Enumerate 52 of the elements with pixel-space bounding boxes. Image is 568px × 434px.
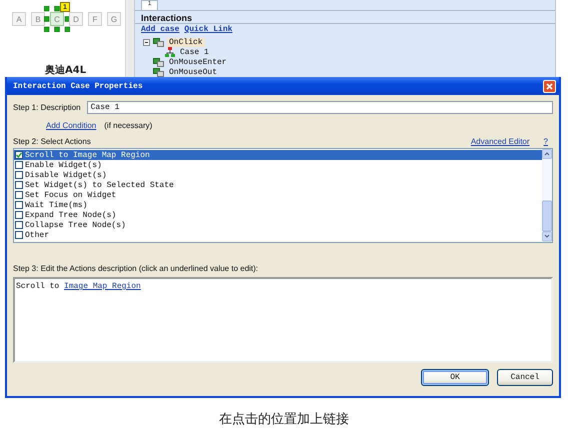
action-item[interactable]: Expand Tree Node(s): [14, 210, 542, 220]
checkbox[interactable]: [15, 171, 23, 179]
link[interactable]: Add case: [141, 25, 180, 35]
tree-item[interactable]: OnMouseOut: [167, 68, 220, 76]
check-icon: [16, 152, 22, 158]
section-label: Step 2: Select Actions: [13, 136, 92, 146]
description-box[interactable]: Scroll to Image Map Region: [13, 277, 553, 363]
close-icon: [544, 80, 555, 92]
checkbox[interactable]: [15, 231, 23, 239]
selection-handles-icon[interactable]: [44, 6, 70, 32]
panel-title: Interactions: [135, 11, 555, 24]
hint-text: (if necessary): [104, 120, 152, 130]
checkbox[interactable]: [15, 161, 23, 169]
action-item[interactable]: Enable Widget(s): [14, 160, 542, 170]
field-label: Step 1: Description: [13, 102, 81, 112]
widget-label: 奥迪A4L: [45, 64, 88, 77]
dialog-button[interactable]: Cancel: [497, 369, 553, 386]
checkbox[interactable]: [15, 181, 23, 189]
checkbox[interactable]: [15, 201, 23, 209]
action-item[interactable]: Set Widget(s) to Selected State: [14, 180, 542, 190]
event-icon: [153, 38, 164, 46]
caption: 在点击的位置加上链接: [219, 411, 349, 428]
action-item[interactable]: Set Focus on Widget: [14, 190, 542, 200]
checkbox[interactable]: [15, 211, 23, 219]
scrollbar[interactable]: [542, 149, 552, 242]
link[interactable]: Add Condition: [46, 120, 96, 130]
description-field[interactable]: Case 1: [86, 100, 553, 114]
dialog-button[interactable]: OK: [421, 369, 489, 386]
action-item[interactable]: Wait Time(ms): [14, 200, 542, 210]
checkbox[interactable]: [15, 191, 23, 199]
checkbox[interactable]: [15, 221, 23, 229]
checkbox[interactable]: [15, 151, 23, 159]
close-button[interactable]: [543, 80, 556, 92]
case-icon: [165, 47, 175, 57]
dialog-title: Interaction Case Properties: [13, 82, 143, 90]
action-item[interactable]: Other: [14, 230, 542, 240]
link[interactable]: Image Map Region: [64, 282, 141, 291]
action-description: Scroll to Image Map Region: [16, 282, 141, 291]
section-label: Step 3: Edit the Actions description (click an underlined value to edit):: [13, 264, 260, 274]
help-link[interactable]: ?: [544, 136, 548, 146]
tree-item[interactable]: OnMouseEnter: [167, 58, 229, 66]
link[interactable]: Quick Link: [184, 25, 232, 35]
event-icon: [153, 58, 164, 66]
action-item[interactable]: Collapse Tree Node(s): [14, 220, 542, 230]
event-icon: [153, 68, 164, 76]
action-item[interactable]: Disable Widget(s): [14, 170, 542, 180]
scrollbar[interactable]: [125, 0, 135, 77]
link[interactable]: Advanced Editor: [470, 136, 530, 146]
action-item[interactable]: Scroll to Image Map Region: [14, 150, 542, 160]
tree-item[interactable]: OnClick: [167, 38, 205, 46]
tree-item[interactable]: Case 1: [178, 48, 211, 56]
collapse-icon[interactable]: [143, 38, 150, 46]
